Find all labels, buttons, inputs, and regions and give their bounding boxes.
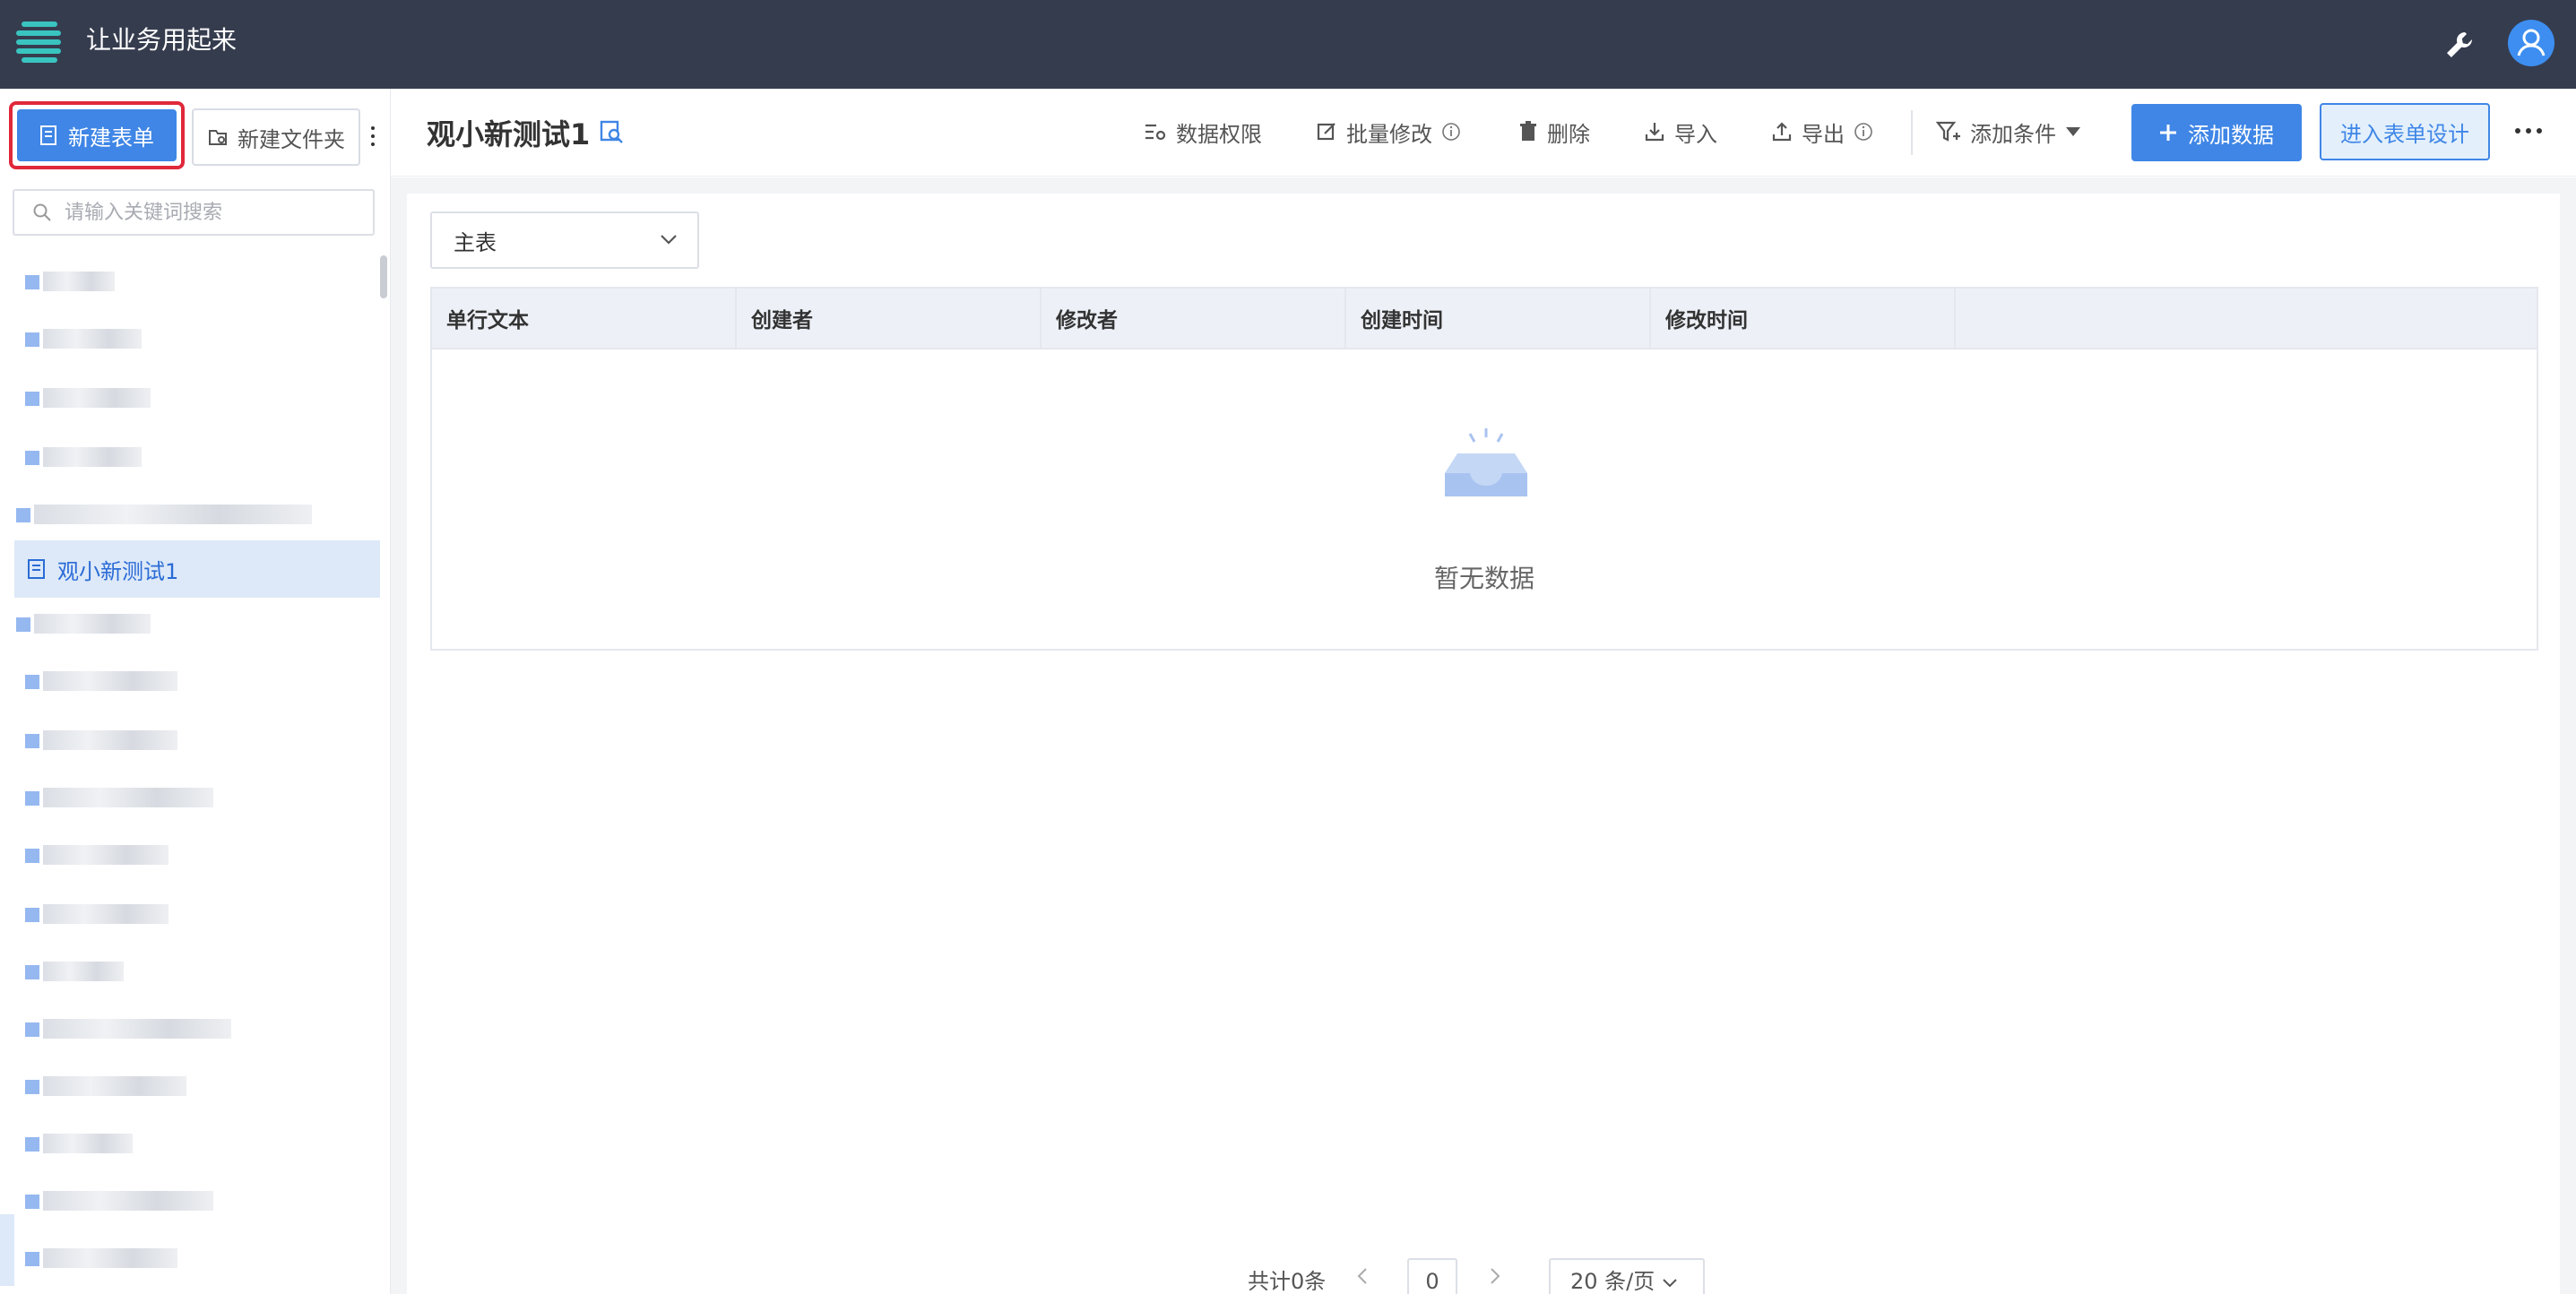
export-icon: [1772, 122, 1792, 142]
empty-state: 暂无数据: [432, 349, 2537, 649]
table-select-value: 主表: [454, 229, 497, 255]
app-logo-icon[interactable]: [16, 18, 65, 66]
info-icon: [1442, 123, 1460, 141]
search-input[interactable]: [65, 201, 351, 224]
column-header[interactable]: 创建时间: [1346, 289, 1651, 348]
add-data-button[interactable]: 添加数据: [2131, 104, 2302, 161]
list-item[interactable]: [25, 784, 213, 811]
prev-page-icon[interactable]: [1355, 1265, 1370, 1292]
list-item[interactable]: [25, 841, 169, 868]
page-size-select[interactable]: 20 条/页: [1549, 1258, 1705, 1294]
list-item[interactable]: [25, 444, 142, 470]
export-label: 导出: [1802, 121, 1845, 147]
sidebar-edge-accent: [0, 1214, 14, 1286]
new-form-button[interactable]: 新建表单: [17, 109, 177, 161]
plus-icon: [2160, 125, 2176, 141]
caret-down-icon: [2066, 127, 2080, 136]
page-size-value: 20 条/页: [1570, 1269, 1655, 1294]
list-item[interactable]: [25, 668, 177, 694]
sidebar-item-active[interactable]: 观小新测试1: [14, 540, 380, 598]
table-select[interactable]: 主表: [430, 211, 699, 269]
list-item[interactable]: [25, 1015, 231, 1042]
data-permission-label: 数据权限: [1176, 121, 1262, 147]
list-item[interactable]: [25, 1187, 213, 1214]
new-form-label: 新建表单: [68, 125, 154, 151]
list-item[interactable]: [16, 501, 312, 528]
info-icon: [1854, 123, 1872, 141]
list-item[interactable]: [25, 1245, 177, 1272]
data-table: 单行文本 创建者 修改者 创建时间 修改时间 暂无数据: [430, 287, 2538, 651]
export-button[interactable]: 导出: [1771, 116, 1873, 148]
top-navbar: 让业务用起来: [0, 0, 2576, 89]
form-design-button[interactable]: 进入表单设计: [2320, 103, 2490, 160]
add-condition-button[interactable]: 添加条件: [1936, 116, 2081, 148]
import-button[interactable]: 导入: [1644, 116, 1717, 148]
toolbar-divider: [1911, 110, 1913, 155]
app-title: 让业务用起来: [86, 25, 238, 55]
add-condition-label: 添加条件: [1970, 121, 2056, 147]
permission-icon: [1145, 124, 1166, 141]
list-item[interactable]: [25, 1073, 186, 1100]
list-item[interactable]: [25, 384, 151, 411]
import-label: 导入: [1674, 121, 1717, 147]
sidebar: 新建表单 新建文件夹 观小新测试1: [0, 89, 391, 1294]
empty-text: 暂无数据: [1433, 564, 1534, 593]
page-header: 观小新测试1 数据权限 批量修改 删除 导入 导出 添加条件 添加数据 进入表单…: [391, 89, 2576, 177]
list-item[interactable]: [16, 610, 151, 637]
list-item[interactable]: [25, 268, 115, 295]
empty-inbox-icon: [1441, 427, 1531, 502]
data-permission-button[interactable]: 数据权限: [1144, 116, 1262, 148]
batch-edit-label: 批量修改: [1346, 121, 1432, 147]
delete-label: 删除: [1547, 121, 1590, 147]
chevron-down-icon: [661, 235, 677, 245]
list-item[interactable]: [25, 901, 169, 927]
import-icon: [1645, 123, 1664, 142]
column-header[interactable]: 创建者: [737, 289, 1042, 348]
add-data-label: 添加数据: [2188, 122, 2274, 148]
form-preview-icon[interactable]: [599, 119, 624, 148]
page-number-input[interactable]: 0: [1407, 1258, 1457, 1294]
wrench-icon[interactable]: [2442, 27, 2477, 63]
column-header[interactable]: 修改时间: [1651, 289, 1956, 348]
list-item[interactable]: [25, 727, 177, 754]
batch-edit-button[interactable]: 批量修改: [1316, 116, 1461, 148]
trash-icon: [1520, 121, 1536, 141]
total-count: 共计0条: [1248, 1269, 1327, 1294]
sidebar-more-icon[interactable]: [367, 126, 378, 150]
sidebar-item-label: 观小新测试1: [57, 558, 179, 584]
list-item[interactable]: [25, 325, 142, 352]
table-header: 单行文本 创建者 修改者 创建时间 修改时间: [432, 289, 2537, 349]
column-header[interactable]: 单行文本: [432, 289, 737, 348]
page-title: 观小新测试1: [427, 117, 591, 151]
sidebar-search[interactable]: [13, 189, 375, 236]
folder-add-icon: [209, 130, 227, 145]
new-folder-button[interactable]: 新建文件夹: [192, 108, 360, 166]
column-header-empty: [1956, 289, 2537, 348]
user-icon: [2517, 29, 2546, 56]
list-item[interactable]: [25, 1130, 133, 1157]
user-avatar[interactable]: [2508, 20, 2554, 66]
edit-icon: [1317, 123, 1336, 141]
list-item[interactable]: [25, 958, 124, 985]
sidebar-scrollbar[interactable]: [380, 255, 387, 298]
search-icon: [33, 203, 51, 221]
form-icon: [40, 125, 56, 145]
delete-button[interactable]: 删除: [1518, 116, 1590, 148]
new-form-button-highlight[interactable]: 新建表单: [9, 101, 185, 169]
next-page-icon[interactable]: [1488, 1265, 1502, 1292]
form-icon: [28, 559, 45, 579]
filter-add-icon: [1936, 121, 1960, 142]
more-options-icon[interactable]: [2515, 128, 2542, 135]
column-header[interactable]: 修改者: [1042, 289, 1346, 348]
chevron-down-icon: [1663, 1279, 1677, 1288]
new-folder-label: 新建文件夹: [238, 126, 345, 152]
